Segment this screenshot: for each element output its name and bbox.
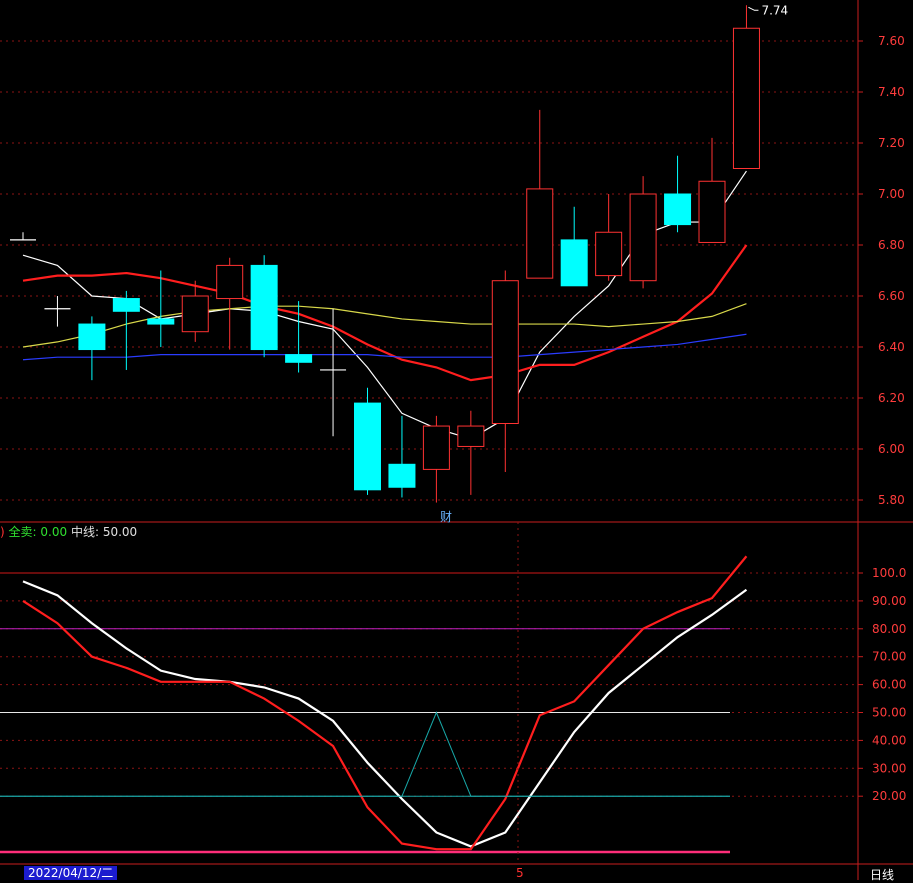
value-tick-label: 80.00 bbox=[872, 622, 906, 636]
main-chart-price-axis: 5.80 6.00 6.20 6.40 6.60 6.80 7.00 7.20 7.40 7.60… bbox=[748, 3, 905, 507]
candle-body bbox=[216, 264, 244, 300]
value-tick-label: 40.00 bbox=[872, 733, 906, 747]
candle-body bbox=[112, 298, 140, 312]
candlestick bbox=[732, 5, 760, 169]
candle-body bbox=[285, 354, 313, 363]
main-chart-candles bbox=[10, 5, 760, 503]
period-daily-button[interactable]: 日线 bbox=[870, 866, 894, 883]
candle-body bbox=[422, 425, 450, 470]
candle-body bbox=[354, 402, 381, 491]
price-tick-label: 6.00 bbox=[878, 442, 905, 456]
candle-body bbox=[78, 323, 106, 351]
indicator-legend: ) 全卖: 0.00 中线: 50.00 bbox=[0, 523, 137, 540]
value-tick-label: 90.00 bbox=[872, 594, 906, 608]
candle-body bbox=[147, 318, 175, 325]
candlestick bbox=[595, 194, 623, 281]
value-tick-label: 70.00 bbox=[872, 650, 906, 664]
price-tick-label: 6.80 bbox=[878, 238, 905, 252]
candle-body bbox=[595, 231, 623, 277]
cursor-date-label: 2022/04/12/二 bbox=[24, 866, 118, 880]
value-tick-label: 100.0 bbox=[872, 566, 906, 580]
candle-body bbox=[698, 180, 726, 243]
candle-body bbox=[457, 425, 485, 447]
sub-chart-lines bbox=[0, 555, 748, 851]
chart-canvas[interactable]: 5.80 6.00 6.20 6.40 6.60 6.80 7.00 7.20 7.40 7.60… bbox=[0, 0, 913, 880]
candlestick bbox=[250, 255, 278, 358]
candlestick bbox=[181, 280, 209, 342]
value-tick-label: 30.00 bbox=[872, 761, 906, 775]
candlestick bbox=[112, 290, 140, 370]
price-tick-label: 6.20 bbox=[878, 391, 905, 405]
indicator-legend-prefix: ) bbox=[0, 525, 5, 539]
candlestick bbox=[526, 109, 554, 279]
candlestick bbox=[44, 296, 71, 327]
candle-body bbox=[732, 27, 760, 169]
quanmai-value: 0.00 bbox=[40, 525, 68, 539]
candle-body bbox=[526, 188, 554, 279]
value-tick-label: 60.00 bbox=[872, 678, 906, 692]
chart-frame bbox=[0, 0, 913, 880]
sub-chart-value-axis: 20.00 30.00 40.00 50.00 60.00 70.00 80.00 90.00… bbox=[858, 566, 906, 803]
max-price-label: 7.74 bbox=[761, 3, 788, 17]
candlestick bbox=[354, 387, 381, 495]
candlestick bbox=[320, 308, 347, 437]
candle-body bbox=[664, 193, 692, 226]
candlestick bbox=[78, 316, 106, 381]
sub-chart-grid bbox=[0, 572, 858, 854]
candlestick bbox=[10, 232, 36, 241]
price-tick-label: 7.20 bbox=[878, 136, 905, 150]
price-tick-label: 7.00 bbox=[878, 187, 905, 201]
quanmai-label: 全卖: bbox=[8, 525, 37, 539]
candlestick bbox=[698, 137, 726, 243]
candle-body bbox=[629, 193, 657, 282]
price-tick-label: 5.80 bbox=[878, 493, 905, 507]
price-tick-label: 7.40 bbox=[878, 85, 905, 99]
indicator-line bbox=[22, 580, 748, 848]
candlestick bbox=[388, 415, 416, 498]
price-tick-label: 6.40 bbox=[878, 340, 905, 354]
candlestick bbox=[664, 155, 692, 233]
candle-body bbox=[250, 264, 278, 351]
candlestick bbox=[422, 415, 450, 503]
value-tick-label: 50.00 bbox=[872, 706, 906, 720]
value-tick-label: 20.00 bbox=[872, 789, 906, 803]
candlestick bbox=[147, 270, 175, 347]
zhongxian-value: 50.00 bbox=[102, 525, 138, 539]
candle-body bbox=[491, 280, 519, 425]
zhongxian-label: 中线: bbox=[70, 525, 99, 539]
x-axis-month-label: 5 bbox=[516, 866, 524, 880]
finance-event-marker[interactable]: 财 bbox=[440, 508, 452, 525]
indicator-line bbox=[0, 711, 730, 797]
candlestick bbox=[457, 410, 485, 495]
candlestick bbox=[216, 257, 244, 350]
candle-body bbox=[560, 239, 588, 287]
price-tick-label: 6.60 bbox=[878, 289, 905, 303]
candle-body bbox=[181, 295, 209, 333]
price-tick-label: 7.60 bbox=[878, 34, 905, 48]
candlestick bbox=[560, 206, 588, 287]
candle-body bbox=[388, 463, 416, 488]
max-price-pointer bbox=[748, 6, 759, 11]
candlestick bbox=[491, 270, 519, 472]
indicator-line bbox=[22, 555, 748, 851]
candlestick bbox=[629, 176, 657, 289]
